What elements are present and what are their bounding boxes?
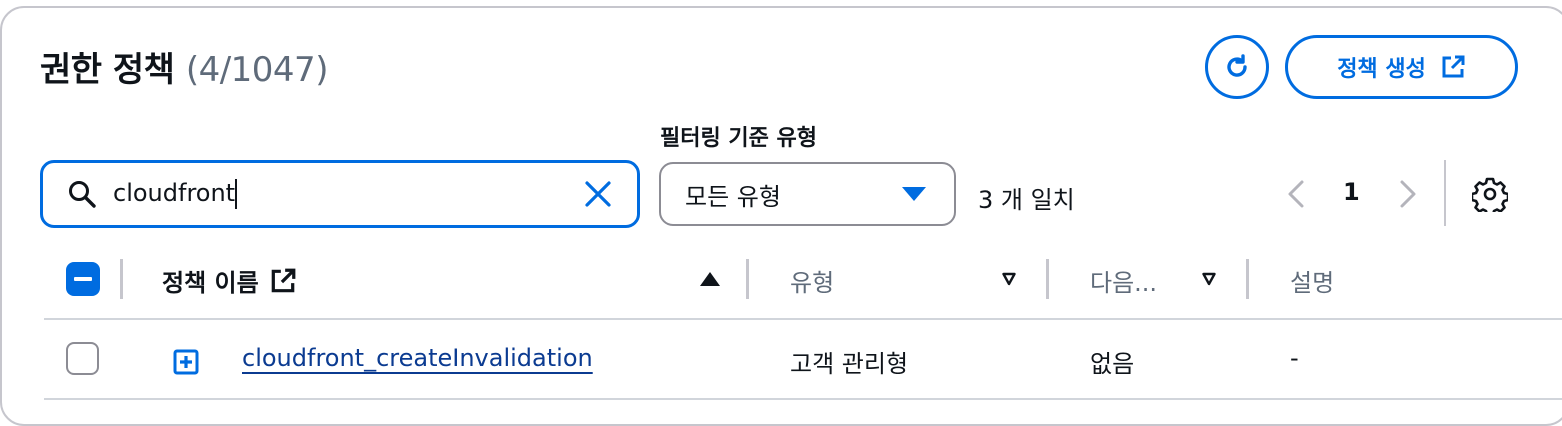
column-header-description[interactable]: 설명: [1290, 263, 1334, 298]
pager-divider: [1444, 160, 1446, 226]
clear-search-button[interactable]: [581, 177, 615, 211]
policy-type-cell: 고객 관리형: [790, 350, 909, 378]
title-count: (4/1047): [185, 50, 329, 90]
row-checkbox[interactable]: [66, 342, 99, 375]
sort-icon[interactable]: [1202, 272, 1216, 286]
external-link-icon: [271, 268, 296, 292]
policy-description-cell: -: [1290, 344, 1299, 372]
filter-type-label: 필터링 기준 유형: [660, 126, 817, 151]
create-policy-label: 정책 생성: [1337, 57, 1426, 82]
sort-icon[interactable]: [1002, 272, 1016, 286]
close-icon: [585, 181, 611, 207]
column-divider: [746, 259, 749, 299]
sort-ascending-icon[interactable]: [700, 272, 720, 286]
column-divider: [1046, 259, 1049, 299]
next-page-button[interactable]: [1396, 178, 1420, 210]
type-filter-select[interactable]: 모든 유형: [659, 162, 956, 226]
search-icon: [67, 178, 99, 210]
column-header-used-as[interactable]: 다음...: [1090, 263, 1157, 298]
create-policy-button[interactable]: 정책 생성: [1285, 35, 1518, 99]
external-link-icon: [1442, 55, 1465, 78]
column-header-policy-name[interactable]: 정책 이름: [162, 263, 297, 298]
policy-used-as-cell: 없음: [1090, 350, 1135, 378]
select-all-checkbox[interactable]: [66, 262, 100, 296]
row-divider: [44, 398, 1562, 400]
expand-row-icon[interactable]: [172, 348, 200, 376]
column-divider: [120, 259, 123, 299]
column-header-type[interactable]: 유형: [790, 263, 834, 298]
header-divider: [44, 318, 1562, 320]
page-title: 권한 정책 (4/1047): [40, 42, 328, 91]
gear-icon[interactable]: [1472, 176, 1508, 212]
search-value: cloudfront: [113, 179, 236, 207]
search-input[interactable]: cloudfront: [40, 160, 640, 228]
title-text: 권한 정책: [40, 50, 175, 90]
column-label-policy-name: 정책 이름: [162, 269, 259, 297]
refresh-icon: [1227, 54, 1247, 77]
column-divider: [1246, 259, 1249, 299]
match-count: 3 개 일치: [978, 186, 1075, 214]
previous-page-button[interactable]: [1284, 178, 1308, 210]
refresh-button[interactable]: [1205, 35, 1269, 99]
policy-name-link[interactable]: cloudfront_createInvalidation: [242, 344, 593, 372]
caret-down-icon: [902, 187, 926, 201]
type-filter-value: 모든 유형: [685, 182, 781, 211]
current-page-number[interactable]: 1: [1343, 178, 1360, 206]
